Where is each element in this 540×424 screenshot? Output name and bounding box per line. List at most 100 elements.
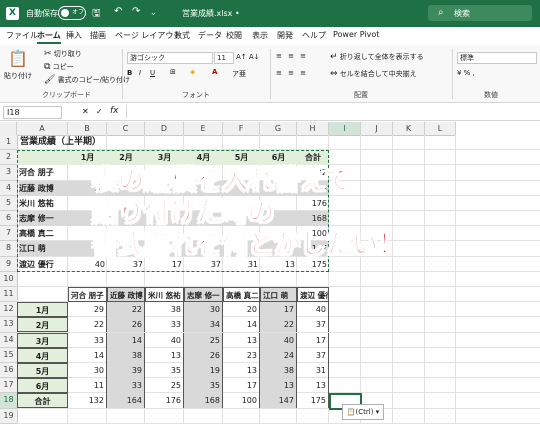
row-header-2[interactable]: 2: [0, 150, 18, 166]
sales-cell: 17: [297, 332, 329, 348]
font-grow-icon[interactable]: A↑ A↓: [236, 53, 260, 61]
tab-data[interactable]: データ: [198, 30, 222, 41]
column-header-a[interactable]: A: [17, 122, 68, 136]
fill-color-icon[interactable]: ◈: [190, 68, 195, 76]
row-header-14[interactable]: 14: [0, 332, 18, 348]
tab-help[interactable]: ヘルプ: [302, 30, 326, 41]
row-header-19[interactable]: 19: [0, 408, 18, 424]
cut-button[interactable]: ✂ 切り取り: [44, 49, 82, 59]
column-header-d[interactable]: D: [145, 122, 184, 136]
border-icon[interactable]: ⊞: [170, 68, 176, 76]
sales-cell: 13: [260, 378, 297, 394]
name-box[interactable]: I18: [3, 106, 62, 119]
format-painter-button[interactable]: 🖌 書式のコピー/貼り付け: [44, 75, 130, 85]
row-header-16[interactable]: 16: [0, 363, 18, 379]
align-top-icons[interactable]: ≡ ≡ ≡: [276, 52, 308, 60]
row-header-3[interactable]: 3: [0, 165, 18, 181]
align-horizontal-icons[interactable]: ≡ ≡ ≡: [276, 69, 308, 77]
name-header: 高橋 真二: [223, 287, 260, 302]
row-header-10[interactable]: 10: [0, 271, 18, 287]
paste-options-button[interactable]: 📋(Ctrl) ▾: [342, 404, 384, 420]
wrap-label: 折り返して全体を表示する: [339, 53, 424, 61]
column-header-g[interactable]: G: [260, 122, 297, 136]
excel-app-icon: X: [6, 7, 19, 20]
underline-button[interactable]: U: [150, 69, 155, 77]
month-label: 1月: [17, 302, 68, 318]
sales-cell: 30: [184, 302, 223, 318]
gridline: [424, 135, 425, 424]
column-header-e[interactable]: E: [184, 122, 223, 136]
row-header-13[interactable]: 13: [0, 317, 18, 333]
month-label: 2月: [17, 317, 68, 333]
overlay-line-2: 貼り付けた時の: [91, 198, 275, 229]
more-icon[interactable]: ⌄: [150, 8, 157, 17]
copy-button[interactable]: ⧉ コピー: [44, 62, 74, 72]
tab-home[interactable]: ホーム: [37, 30, 61, 44]
autosave-toggle[interactable]: オフ: [58, 6, 86, 20]
enter-icon[interactable]: ✓: [96, 107, 103, 116]
row-header-17[interactable]: 17: [0, 378, 18, 394]
row-header-18[interactable]: 18: [0, 393, 18, 409]
font-color-icon[interactable]: A: [212, 68, 217, 76]
name-header: 志摩 修一: [184, 287, 223, 302]
sales-cell: 13: [223, 363, 260, 378]
sales-cell: 31: [297, 363, 329, 378]
tab-insert[interactable]: 挿入: [66, 30, 82, 41]
column-header-f[interactable]: F: [223, 122, 260, 136]
row-header-12[interactable]: 12: [0, 302, 18, 318]
clipboard-icon: 📋: [346, 408, 356, 416]
save-icon[interactable]: 🖫: [92, 6, 101, 23]
sales-cell: 25: [145, 378, 184, 394]
font-name-select[interactable]: 游ゴシック: [127, 52, 213, 64]
formula-input[interactable]: [126, 105, 537, 118]
bold-button[interactable]: B: [127, 69, 132, 77]
font-group-label: フォント: [182, 91, 210, 99]
column-header-k[interactable]: K: [393, 122, 425, 136]
paste-button[interactable]: 貼り付け: [4, 71, 32, 81]
redo-icon[interactable]: ↷: [132, 6, 140, 17]
tab-view[interactable]: 表示: [252, 30, 268, 41]
tab-draw[interactable]: 描画: [90, 30, 106, 41]
sales-cell: 33: [68, 332, 107, 348]
copy-label: コピー: [52, 63, 74, 71]
tab-file[interactable]: ファイル: [6, 30, 38, 41]
column-header-i[interactable]: I: [329, 122, 361, 136]
row-header-11[interactable]: 11: [0, 287, 18, 303]
column-header-l[interactable]: L: [425, 122, 456, 136]
fx-button[interactable]: fx: [110, 106, 119, 116]
row-header-4[interactable]: 4: [0, 180, 18, 196]
row-header-15[interactable]: 15: [0, 347, 18, 363]
column-header-j[interactable]: J: [361, 122, 393, 136]
undo-icon[interactable]: ↶: [114, 6, 122, 17]
column-header-b[interactable]: B: [68, 122, 107, 136]
separator: [122, 49, 123, 99]
font-size-select[interactable]: 11: [214, 52, 234, 64]
toggle-state: オフ: [72, 9, 85, 16]
select-all-corner[interactable]: [0, 122, 17, 136]
sales-cell: 39: [107, 363, 145, 378]
phonetic-icon[interactable]: ア亜: [232, 69, 246, 79]
search-box[interactable]: ⌕ 検索: [428, 5, 532, 21]
row-header-8[interactable]: 8: [0, 241, 18, 257]
paste-icon[interactable]: 📋: [8, 49, 28, 68]
number-format-select[interactable]: 標準: [457, 52, 537, 64]
merge-center-button[interactable]: ⇔ セルを結合して中央揃え: [330, 69, 417, 79]
column-header-h[interactable]: H: [297, 122, 329, 136]
italic-button[interactable]: I: [139, 69, 141, 77]
tab-power-pivot[interactable]: Power Pivot: [333, 30, 379, 39]
wrap-text-button[interactable]: ↵ 折り返して全体を表示する: [330, 52, 424, 62]
cancel-icon[interactable]: ✕: [82, 107, 89, 116]
row-header-9[interactable]: 9: [0, 256, 18, 272]
tab-developer[interactable]: 開発: [277, 30, 293, 41]
column-header-c[interactable]: C: [107, 122, 145, 136]
sales-cell: 100: [223, 393, 260, 409]
row-header-5[interactable]: 5: [0, 195, 18, 211]
tab-formulas[interactable]: 数式: [174, 30, 190, 41]
row-header-1[interactable]: 1: [0, 135, 18, 151]
tab-page-layout[interactable]: ページ レイアウト: [115, 30, 181, 41]
brush-icon: 🖌: [44, 75, 56, 85]
currency-icon[interactable]: ¥ % ,: [457, 69, 475, 77]
tab-review[interactable]: 校閲: [226, 30, 242, 41]
row-header-6[interactable]: 6: [0, 211, 18, 227]
row-header-7[interactable]: 7: [0, 226, 18, 242]
